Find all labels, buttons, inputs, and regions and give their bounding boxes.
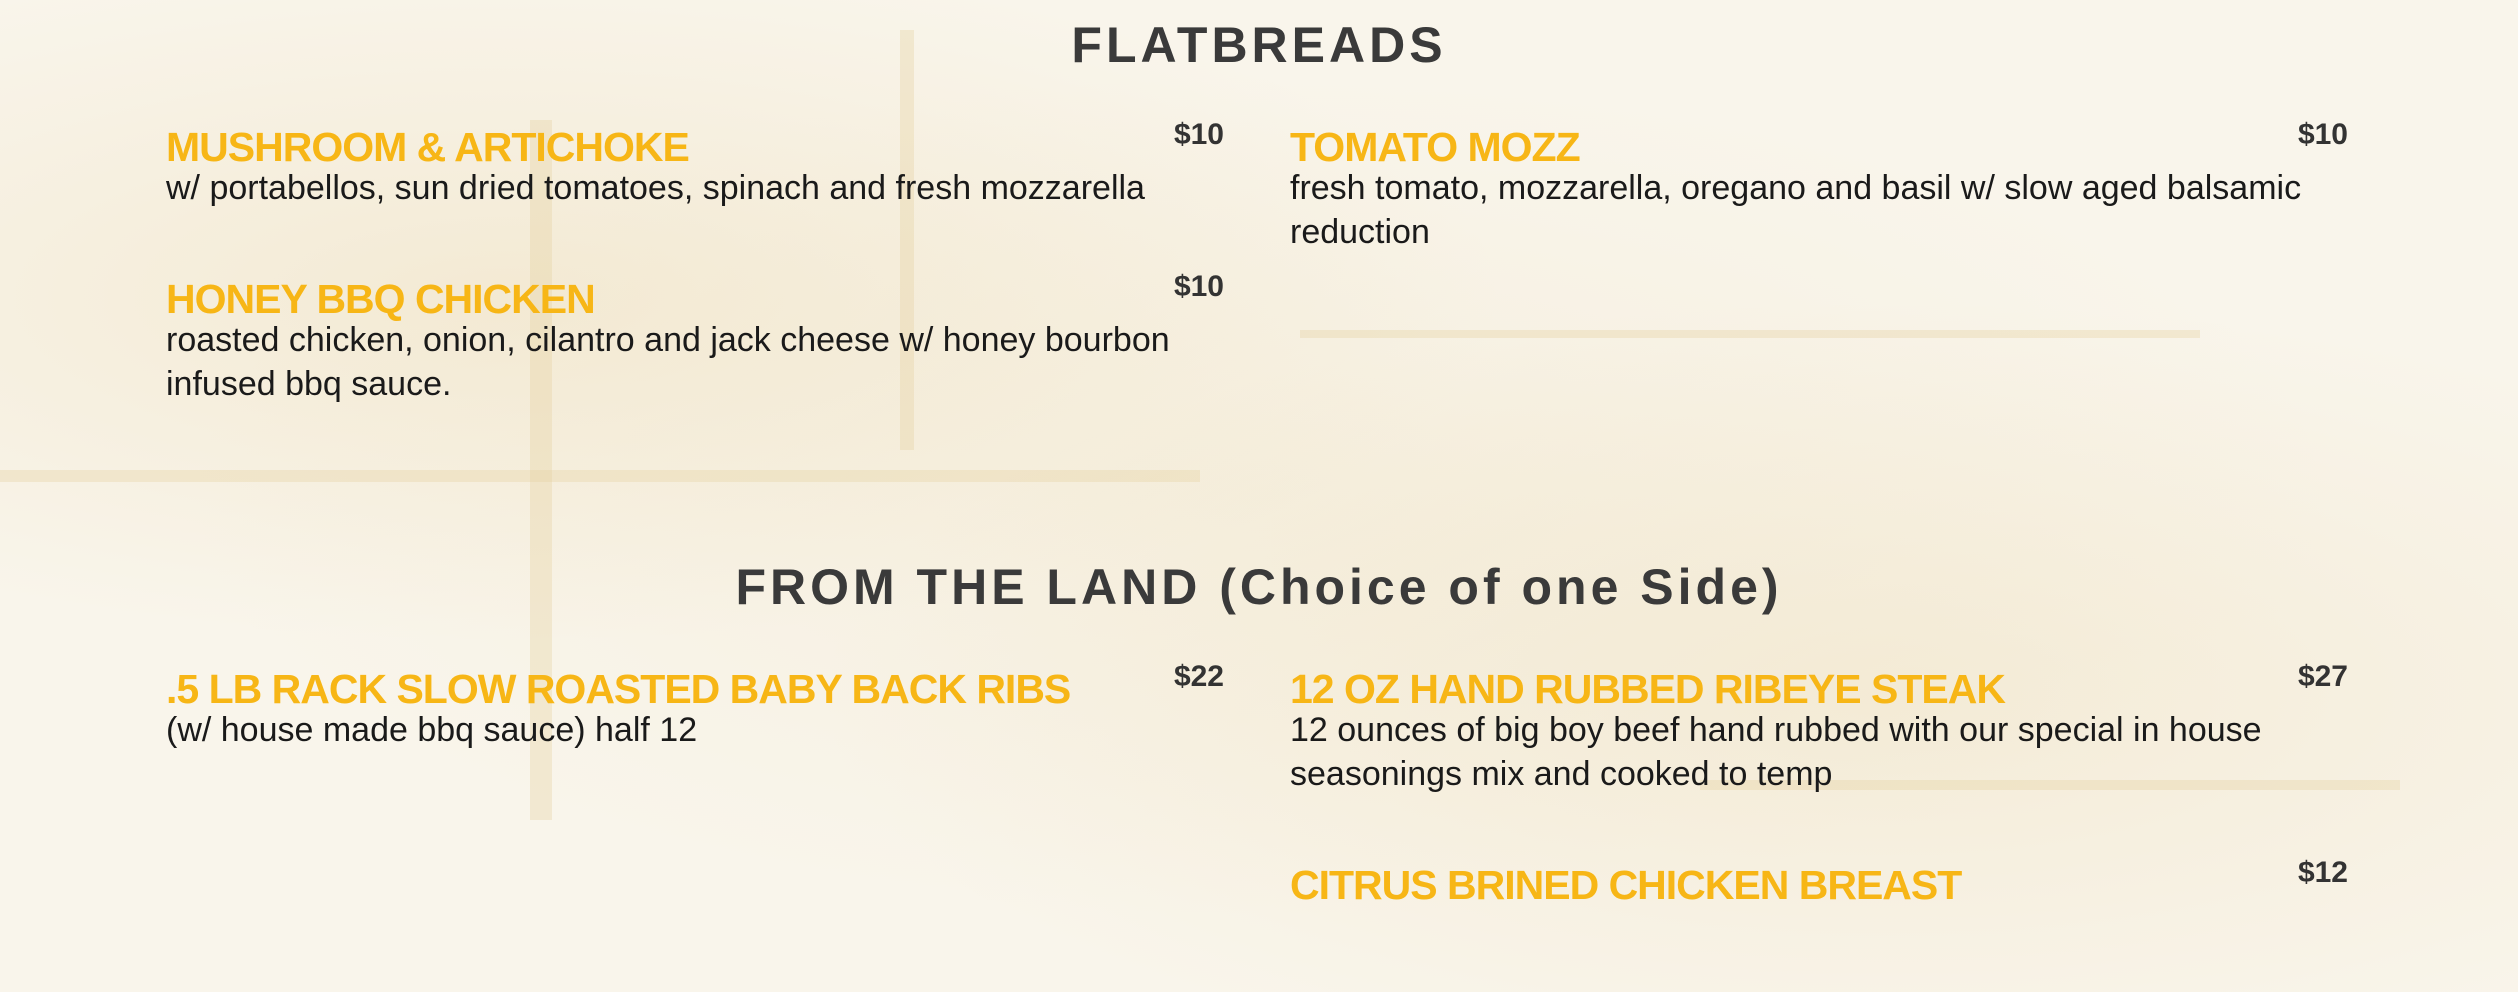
background-streak — [1300, 330, 2200, 338]
item-description: 12 ounces of big boy beef hand rubbed wi… — [1290, 711, 2262, 793]
section-title-from-the-land: FROM THE LAND (Choice of one Side) — [735, 559, 1783, 615]
item-name: .5 LB RACK SLOW ROASTED BABY BACK RIBS — [166, 666, 1071, 712]
item-price: $27 — [2297, 660, 2348, 693]
item-price: $10 — [1173, 270, 1224, 303]
item-price: $22 — [1173, 660, 1224, 693]
background-streak — [0, 470, 1200, 482]
item-name: CITRUS BRINED CHICKEN BREAST — [1290, 862, 1962, 908]
item-description: (w/ house made bbq sauce) half 12 — [166, 711, 698, 749]
item-description: w/ portabellos, sun dried tomatoes, spin… — [166, 169, 1145, 207]
item-price: $12 — [2297, 856, 2348, 889]
menu-item-honey-bbq-chicken: HONEY BBQ CHICKEN $10 roasted chicken, o… — [166, 270, 1224, 406]
item-name: HONEY BBQ CHICKEN — [166, 276, 596, 322]
item-price: $10 — [1173, 118, 1224, 151]
item-description: fresh tomato, mozzarella, oregano and ba… — [1290, 169, 2302, 251]
menu-item-mushroom-artichoke: MUSHROOM & ARTICHOKE $10 w/ portabellos,… — [166, 118, 1224, 210]
menu-item-baby-back-ribs: .5 LB RACK SLOW ROASTED BABY BACK RIBS $… — [166, 660, 1224, 752]
menu-item-tomato-mozz: TOMATO MOZZ $10 fresh tomato, mozzarella… — [1290, 118, 2348, 254]
item-name: 12 OZ HAND RUBBED RIBEYE STEAK — [1290, 666, 2006, 712]
section-title-flatbreads: FLATBREADS — [1071, 17, 1447, 73]
item-name: MUSHROOM & ARTICHOKE — [166, 124, 690, 170]
item-price: $10 — [2297, 118, 2348, 151]
menu-item-citrus-chicken: CITRUS BRINED CHICKEN BREAST $12 — [1290, 856, 2348, 908]
item-name: TOMATO MOZZ — [1290, 124, 1581, 170]
item-description: roasted chicken, onion, cilantro and jac… — [166, 321, 1170, 403]
menu-item-ribeye-steak: 12 OZ HAND RUBBED RIBEYE STEAK $27 12 ou… — [1290, 660, 2348, 796]
